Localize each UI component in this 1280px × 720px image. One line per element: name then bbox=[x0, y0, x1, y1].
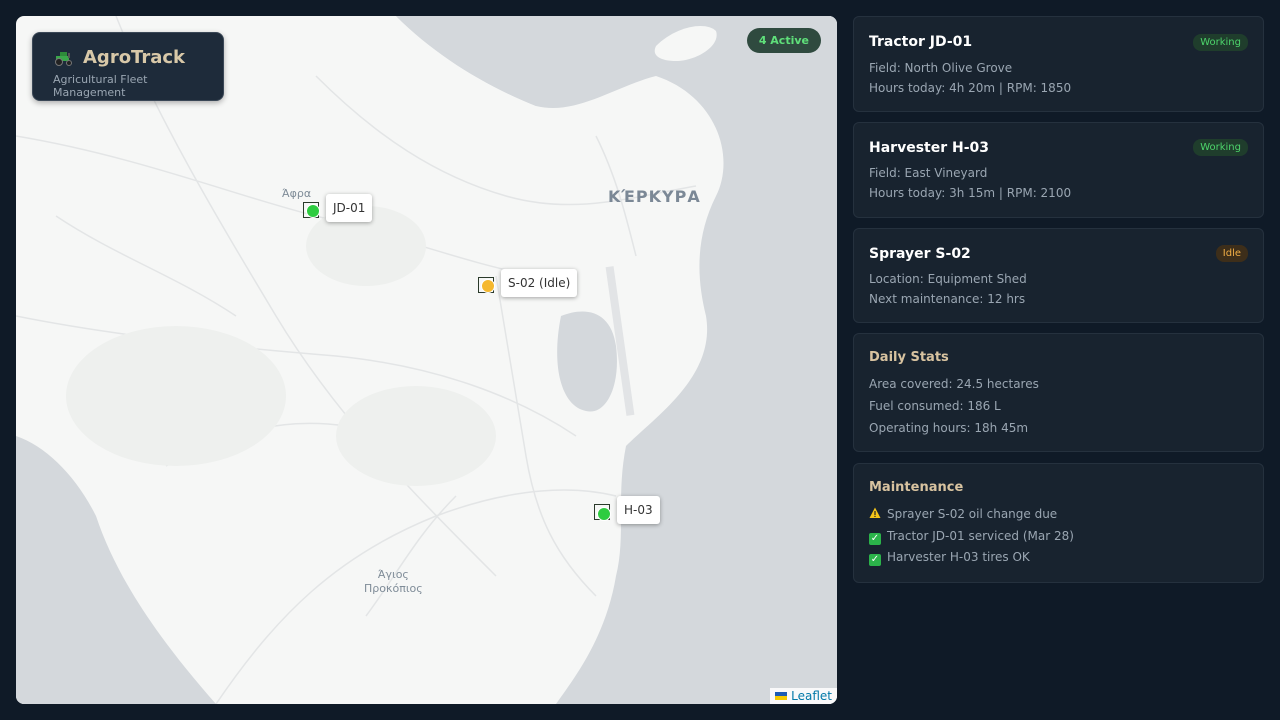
brand-name: AgroTrack bbox=[83, 47, 186, 68]
brand-title: AgroTrack bbox=[53, 47, 223, 68]
place-label-line-1: Άγιος bbox=[377, 568, 409, 581]
marker-jd-01[interactable] bbox=[306, 204, 320, 218]
active-count-badge: 4 Active bbox=[746, 28, 821, 53]
attribution-link[interactable]: Leaflet bbox=[791, 689, 832, 703]
status-badge: Working bbox=[1193, 34, 1248, 51]
vehicle-field: Field: North Olive Grove bbox=[869, 61, 1013, 75]
vehicle-card-sprayer-s-02[interactable]: Sprayer S-02 Idle Location: Equipment Sh… bbox=[853, 228, 1264, 323]
map-attribution[interactable]: Leaflet bbox=[770, 688, 837, 704]
flag-icon bbox=[775, 692, 788, 700]
daily-stats-card: Daily Stats Area covered: 24.5 hectares … bbox=[853, 333, 1264, 452]
vehicle-location: Location: Equipment Shed bbox=[869, 272, 1027, 286]
maintenance-card: Maintenance Sprayer S-02 oil change due … bbox=[853, 463, 1264, 583]
place-label-afra: Άφρα bbox=[282, 187, 312, 200]
place-label-kerkyra: ΚΈΡΚΥΡΑ bbox=[608, 187, 701, 206]
maintenance-item: Sprayer S-02 oil change due bbox=[869, 507, 1057, 521]
warning-icon bbox=[869, 507, 881, 519]
maintenance-title: Maintenance bbox=[869, 480, 964, 495]
stat-area: Area covered: 24.5 hectares bbox=[869, 377, 1039, 391]
brand-panel: AgroTrack Agricultural Fleet Management bbox=[32, 32, 224, 101]
stat-fuel: Fuel consumed: 186 L bbox=[869, 399, 1001, 413]
maintenance-item: ✓ Harvester H-03 tires OK bbox=[869, 550, 1030, 566]
marker-tooltip-jd-01[interactable]: JD-01 bbox=[326, 194, 373, 222]
fleet-map[interactable]: Άφρα ΚΈΡΚΥΡΑ Άγιος Προκόπιος AgroTrack A… bbox=[16, 16, 837, 704]
place-label-agios-prokopios: Άγιος Προκόπιος bbox=[364, 568, 423, 596]
status-badge: Idle bbox=[1215, 245, 1248, 262]
vehicle-name: Tractor JD-01 bbox=[869, 34, 973, 50]
vehicle-card-harvester-h-03[interactable]: Harvester H-03 Working Field: East Viney… bbox=[853, 122, 1264, 218]
marker-tooltip-h-03[interactable]: H-03 bbox=[617, 496, 660, 524]
vehicle-name: Harvester H-03 bbox=[869, 140, 989, 156]
stat-hours: Operating hours: 18h 45m bbox=[869, 421, 1029, 435]
tractor-icon bbox=[53, 50, 75, 66]
status-badge: Working bbox=[1193, 139, 1248, 156]
check-icon: ✓ bbox=[869, 533, 881, 545]
marker-h-03[interactable] bbox=[597, 507, 611, 521]
vehicle-card-tractor-jd-01[interactable]: Tractor JD-01 Working Field: North Olive… bbox=[853, 16, 1264, 112]
marker-tooltip-s-02[interactable]: S-02 (Idle) bbox=[501, 269, 578, 297]
place-label-line-2: Προκόπιος bbox=[364, 582, 423, 595]
brand-subtitle: Agricultural Fleet Management bbox=[53, 73, 148, 99]
daily-stats-title: Daily Stats bbox=[869, 350, 949, 365]
maintenance-item-text: Harvester H-03 tires OK bbox=[887, 550, 1030, 564]
vehicle-hours: Hours today: 4h 20m | RPM: 1850 bbox=[869, 81, 1072, 95]
maintenance-item-text: Sprayer S-02 oil change due bbox=[887, 507, 1058, 521]
marker-s-02[interactable] bbox=[481, 279, 495, 293]
map-tiles bbox=[16, 16, 837, 704]
vehicle-field: Field: East Vineyard bbox=[869, 166, 988, 180]
vehicle-hours: Hours today: 3h 15m | RPM: 2100 bbox=[869, 186, 1072, 200]
maintenance-item-text: Tractor JD-01 serviced (Mar 28) bbox=[887, 529, 1074, 543]
maintenance-item: ✓ Tractor JD-01 serviced (Mar 28) bbox=[869, 529, 1074, 545]
vehicle-name: Sprayer S-02 bbox=[869, 246, 971, 262]
vehicle-maintenance: Next maintenance: 12 hrs bbox=[869, 292, 1026, 306]
check-icon: ✓ bbox=[869, 554, 881, 566]
